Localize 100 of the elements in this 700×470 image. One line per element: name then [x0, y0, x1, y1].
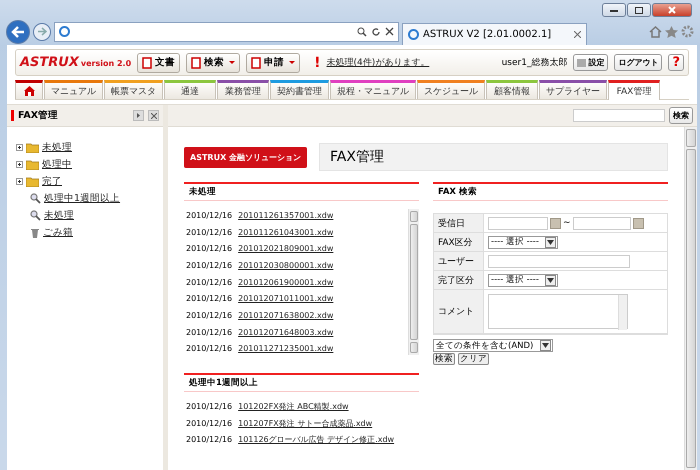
folder-icon — [26, 142, 39, 152]
scrollbar[interactable] — [684, 127, 697, 470]
maximize-button[interactable] — [627, 3, 651, 17]
star-icon[interactable] — [665, 26, 678, 38]
file-link[interactable]: 201011261357001.xdw — [238, 210, 334, 220]
search-field[interactable] — [573, 109, 665, 122]
match-select[interactable]: 全ての条件を含む(AND) — [433, 339, 553, 352]
close-icon[interactable] — [574, 30, 581, 38]
brand-badge: ASTRUX 金融ソリューション — [184, 146, 308, 168]
form-button[interactable]: クリア — [458, 353, 489, 365]
nav-tab[interactable] — [15, 80, 43, 99]
settings-button[interactable]: 設定 — [573, 54, 608, 71]
arrow-icon — [137, 113, 140, 118]
expand-icon[interactable] — [16, 161, 23, 168]
date-text: 2010/12/16 — [186, 294, 232, 304]
search-button[interactable]: 検索 — [669, 107, 693, 124]
nav-tab[interactable]: 帳票マスタ — [104, 80, 163, 99]
folder-icon — [26, 176, 39, 186]
toolbar-button[interactable]: 申請 — [246, 52, 300, 72]
nav-tab[interactable]: 業務管理 — [217, 80, 269, 99]
field-label: 受信日 — [434, 214, 484, 233]
page-title: FAX管理 — [319, 143, 668, 171]
forward-button[interactable] — [33, 22, 51, 40]
document-icon — [142, 56, 152, 68]
range-separator: ~ — [563, 218, 571, 228]
date-field[interactable] — [572, 216, 631, 230]
maximize-icon — [635, 6, 643, 14]
help-button[interactable]: ? — [668, 54, 684, 71]
field-label: コメント — [434, 290, 484, 334]
file-link[interactable]: 201012071011001.xdw — [238, 294, 334, 304]
date-text: 2010/12/16 — [186, 435, 232, 444]
date-text: 2010/12/16 — [186, 210, 232, 220]
field-label: ユーザー — [434, 252, 484, 271]
address-field[interactable] — [54, 22, 399, 42]
back-arrow-icon — [11, 26, 25, 38]
browser-tab[interactable]: ASTRUX V2 [2.01.0002.1] — [402, 22, 587, 44]
panel-title: FAX管理 — [18, 109, 60, 122]
nav-tab[interactable]: スケジュール — [417, 80, 485, 99]
app-logo: ASTRUXversion 2.0 — [20, 55, 132, 70]
document-icon — [191, 56, 202, 68]
home-icon[interactable] — [649, 26, 662, 38]
file-link[interactable]: 101207FX発注 サトー合成薬品.xdw — [238, 418, 372, 429]
alert-icon: ! — [314, 54, 321, 70]
file-link[interactable]: 201012071648003.xdw — [238, 328, 334, 337]
form-button[interactable]: 検索 — [433, 353, 455, 365]
nav-tab[interactable]: 顧客情報 — [486, 80, 538, 99]
tree-item[interactable]: 未処理 — [44, 209, 74, 222]
home-icon — [24, 86, 34, 96]
tree-item[interactable]: 処理中 — [42, 158, 72, 171]
toolbar-button[interactable]: 検索 — [186, 52, 240, 72]
toolbar-button[interactable]: 文書 — [137, 52, 180, 72]
trash-icon — [30, 227, 40, 238]
page-icon — [59, 26, 70, 37]
back-button[interactable] — [6, 20, 30, 44]
date-field[interactable] — [488, 216, 548, 230]
file-link[interactable]: 201011271235001.xdw — [238, 344, 334, 354]
file-link[interactable]: 201012061900001.xdw — [238, 278, 334, 287]
close-button[interactable] — [148, 110, 159, 121]
nav-tab[interactable]: 通達 — [164, 80, 216, 99]
date-text: 2010/12/16 — [186, 310, 232, 320]
nav-tab[interactable]: FAX管理 — [608, 80, 660, 100]
caret-icon — [540, 340, 551, 351]
field-label: FAX区分 — [434, 233, 484, 252]
expand-button[interactable] — [133, 110, 144, 121]
logout-button[interactable]: ログアウト — [614, 54, 662, 71]
file-link[interactable]: 201012021809001.xdw — [238, 244, 334, 254]
tree-item[interactable]: 完了 — [42, 175, 62, 188]
expand-icon[interactable] — [16, 178, 23, 185]
nav-tab[interactable]: マニュアル — [44, 80, 103, 99]
close-icon[interactable] — [385, 27, 394, 36]
tree-item[interactable]: 未処理 — [42, 141, 72, 154]
refresh-icon[interactable] — [371, 26, 381, 36]
minimize-button[interactable] — [602, 3, 626, 17]
file-link[interactable]: 201011261043001.xdw — [238, 228, 334, 237]
nav-tab[interactable]: 契約書管理 — [270, 80, 329, 99]
expand-icon[interactable] — [16, 144, 23, 151]
close-button[interactable] — [652, 3, 692, 17]
search-icon[interactable] — [357, 26, 367, 36]
date-text: 2010/12/16 — [186, 402, 232, 412]
nav-tab[interactable]: サプライヤー — [539, 80, 607, 99]
minimize-icon — [610, 8, 618, 12]
document-icon — [251, 56, 262, 68]
file-link[interactable]: 101202FX発注 ABC精製.xdw — [238, 401, 349, 412]
file-link[interactable]: 201012071638002.xdw — [238, 310, 334, 320]
magnifier-icon — [30, 210, 41, 221]
alert-link[interactable]: 未処理(4件)があります。 — [326, 56, 430, 69]
forward-arrow-icon — [37, 27, 47, 36]
text-field[interactable] — [488, 254, 630, 268]
comment-field[interactable] — [488, 294, 628, 329]
scrollbar[interactable] — [408, 209, 419, 356]
tree-item[interactable]: 処理中1週間以上 — [44, 192, 120, 205]
nav-tab[interactable]: 規程・マニュアル — [330, 80, 416, 99]
file-link[interactable]: 201012030800001.xdw — [238, 260, 334, 270]
page-icon — [408, 28, 419, 40]
select-field[interactable]: ---- 選択 ---- — [488, 236, 558, 248]
date-text: 2010/12/16 — [186, 228, 232, 237]
file-link[interactable]: 101126グローバル広告 デザイン修正.xdw — [238, 434, 394, 446]
date-text: 2010/12/16 — [186, 260, 232, 270]
tree-item[interactable]: ごみ箱 — [43, 226, 73, 239]
select-field[interactable]: ---- 選択 ---- — [488, 274, 558, 286]
